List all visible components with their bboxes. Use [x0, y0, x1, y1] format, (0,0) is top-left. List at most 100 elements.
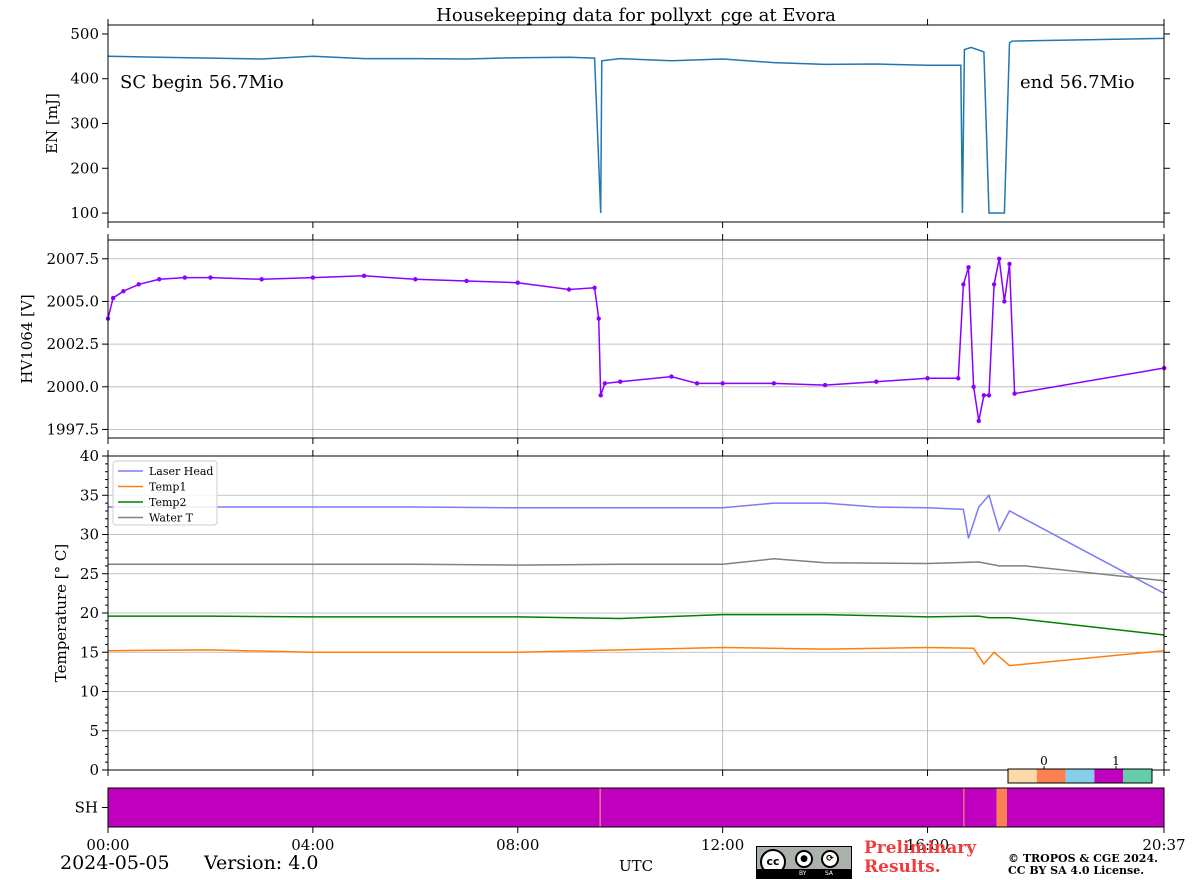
temperature-series-laser-head	[108, 493, 1165, 595]
legend-entry: Laser Head	[149, 465, 213, 478]
hv1064-point	[1012, 391, 1017, 396]
cc-sa-label: SA	[825, 870, 834, 877]
hv1064-point	[976, 418, 981, 424]
hv1064-point	[720, 381, 725, 386]
energy-ytick-label: 200	[70, 159, 99, 177]
hv1064-point	[981, 393, 987, 398]
energy-ylabel: EN [mJ]	[43, 93, 61, 154]
legend-entry: Temp2	[149, 496, 186, 509]
shutter-segment	[996, 788, 1007, 827]
colorbar-segment	[1008, 769, 1037, 783]
xaxis-label: UTC	[619, 857, 653, 875]
hv1064-point	[1007, 261, 1012, 267]
preliminary-line2: Results.	[864, 857, 941, 877]
colorbar-tick-label: 0	[1040, 754, 1048, 768]
hv1064-point	[971, 384, 976, 389]
hv1064-point	[182, 275, 188, 280]
temperature-ytick-label: 35	[80, 486, 99, 504]
shutter-segment	[108, 788, 600, 827]
hv1064-point	[136, 282, 141, 287]
hv1064-point	[602, 381, 608, 386]
hv1064-point	[991, 282, 997, 287]
temperature-ytick-label: 30	[80, 526, 99, 544]
hv1064-ytick-label: 2002.5	[47, 335, 100, 353]
chart-title: Housekeeping data for pollyxt_cge at Evo…	[436, 5, 836, 26]
hv1064-ytick-label: 2000.0	[47, 378, 100, 396]
hv1064-point	[997, 256, 1002, 261]
hv1064-point	[157, 277, 162, 282]
hv1064-series-0	[107, 258, 1165, 422]
sa-share-icon: ⟳	[821, 850, 839, 868]
shutter-segment	[600, 788, 964, 827]
hv1064-point	[669, 374, 674, 379]
hv1064-frame	[107, 239, 1165, 439]
hv1064-point	[1002, 299, 1007, 304]
hv1064-point	[566, 287, 572, 292]
energy-ytick-label: 300	[70, 115, 99, 133]
hv1064-point	[464, 278, 469, 284]
temperature-ytick-label: 40	[80, 447, 99, 465]
hv1064-point	[413, 277, 418, 282]
hv1064-point	[618, 379, 623, 384]
hv1064-point	[310, 275, 316, 280]
temperature-series-temp2	[108, 613, 1165, 636]
hv1064-point	[966, 265, 971, 270]
shutter-segment	[1006, 788, 1165, 827]
hv1064-ylabel: HV1064 [V]	[18, 294, 36, 383]
by-person-icon: ●	[795, 850, 813, 868]
shutter-segment	[964, 788, 997, 827]
hv1064-point	[986, 393, 992, 398]
hv1064-point	[771, 381, 777, 386]
hv1064-point	[208, 275, 213, 280]
xtick-label: 08:00	[496, 836, 539, 854]
temperature-ylabel: Temperature [° C]	[52, 544, 70, 683]
colorbar-segment	[1123, 769, 1152, 783]
hv1064-ytick-label: 2005.0	[47, 292, 100, 310]
hv1064-point	[961, 282, 966, 287]
hv1064-point	[121, 289, 126, 294]
colorbar-segment	[1036, 769, 1066, 783]
temperature-ytick-label: 0	[89, 761, 99, 779]
energy-ytick-label: 100	[70, 204, 99, 222]
shutter-ylabel: SH	[75, 799, 98, 817]
temperature-ytick-label: 5	[89, 722, 99, 740]
temperature-series-water-t	[108, 558, 1165, 582]
hv1064-point	[694, 381, 700, 386]
preliminary-line1: Preliminary	[864, 838, 977, 858]
xtick-label: 12:00	[701, 836, 744, 854]
cc-by-label: BY	[799, 870, 807, 877]
date-label: 2024-05-05	[60, 852, 170, 874]
shutter-segment	[963, 788, 965, 827]
temperature-series-temp1	[107, 646, 1165, 667]
hv1064-ytick-label: 1997.5	[47, 420, 100, 438]
hv1064-point	[259, 277, 264, 282]
legend-entry: Temp1	[149, 481, 186, 494]
annotation-begin: SC begin 56.7Mio	[120, 72, 284, 93]
housekeeping-figure: Housekeeping data for pollyxt_cge at Evo…	[18, 5, 1186, 875]
hv1064-point	[598, 393, 603, 398]
colorbar-segment	[1065, 769, 1095, 783]
shutter-segment	[599, 788, 601, 827]
hv1064-point	[592, 285, 597, 290]
colorbar-tick-label: 1	[1112, 754, 1120, 768]
hv1064-point	[874, 379, 879, 384]
cc-license-icon: cc ● ⟳ BY SA	[756, 846, 852, 879]
hv1064-point	[956, 376, 961, 381]
hv1064-point	[925, 376, 930, 381]
hv1064-point	[361, 273, 367, 279]
version-label: Version: 4.0	[204, 852, 319, 874]
energy-ytick-label: 500	[70, 25, 99, 43]
temperature-ytick-label: 25	[80, 565, 99, 583]
temperature-ytick-label: 20	[80, 604, 99, 622]
colorbar-segment	[1094, 769, 1124, 783]
legend-entry: Water T	[149, 512, 194, 525]
energy-ytick-label: 400	[70, 70, 99, 88]
energy-series-0	[107, 37, 1165, 214]
hv1064-point	[822, 382, 828, 388]
hv1064-ytick-label: 2007.5	[47, 250, 100, 268]
copyright-line2: CC BY SA 4.0 License.	[1008, 864, 1145, 877]
hv1064-point	[110, 295, 116, 301]
temperature-ytick-label: 10	[80, 683, 99, 701]
hv1064-point	[515, 280, 520, 285]
annotation-end: end 56.7Mio	[1020, 72, 1135, 93]
